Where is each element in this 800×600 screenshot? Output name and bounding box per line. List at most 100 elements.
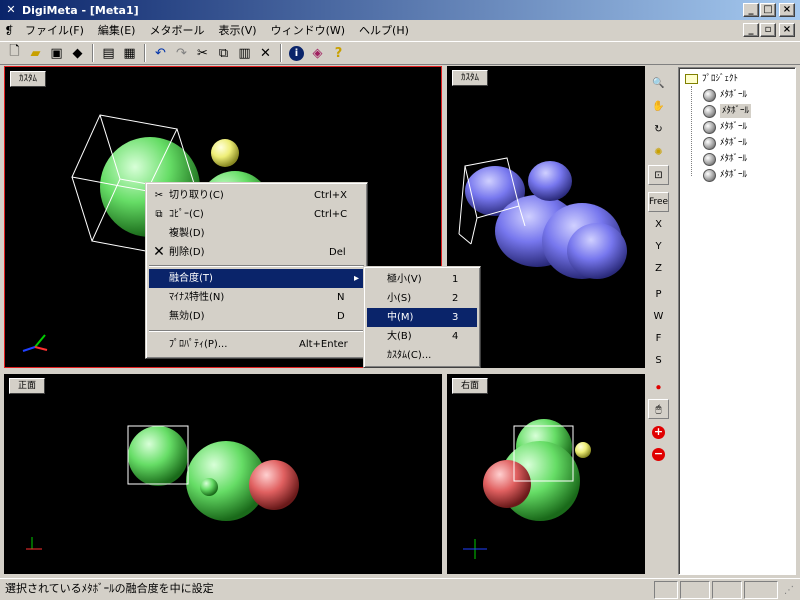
viewport-right[interactable]: 右面	[447, 374, 645, 574]
metaball-icon	[703, 168, 716, 182]
context-menu: ✂ 切り取り(C) Ctrl+X ⧉ ｺﾋﾟｰ(C) Ctrl+C 複製(D) …	[145, 182, 368, 359]
tree-item-metaball[interactable]: ﾒﾀﾎﾞｰﾙ	[703, 120, 747, 134]
doc-close-button[interactable]: ×	[779, 23, 795, 37]
scissors-icon: ✂	[154, 190, 164, 201]
new-file-icon[interactable]: 🗋	[4, 43, 25, 63]
resize-grip-icon[interactable]: ⋰	[784, 585, 794, 596]
menu-item-duplicate[interactable]: 複製(D)	[149, 224, 364, 243]
tree-item-label: ﾒﾀﾎﾞｰﾙ	[720, 122, 748, 132]
submenu-item-small[interactable]: 小(S) 2	[367, 289, 477, 308]
metaball-blob[interactable]	[465, 161, 627, 279]
metaball-icon	[703, 136, 716, 150]
menu-file[interactable]: ファイル(F)	[18, 22, 91, 38]
menu-window[interactable]: ウィンドウ(W)	[264, 22, 352, 38]
select-mouse-icon[interactable]: 🖱	[648, 399, 669, 419]
open-folder-icon[interactable]: ▰	[25, 43, 46, 63]
menu-item-properties[interactable]: ﾌﾟﾛﾊﾟﾃｨ(P)... Alt+Enter	[149, 335, 364, 354]
view-s-button[interactable]: S	[648, 350, 669, 370]
tree-item-metaball[interactable]: ﾒﾀﾎﾞｰﾙ	[703, 136, 747, 150]
add-icon[interactable]: +	[648, 422, 669, 442]
tree-root-label: ﾌﾟﾛｼﾞｪｸﾄ	[702, 74, 739, 84]
menu-item-blend[interactable]: 融合度(T) ▸	[149, 269, 364, 288]
fit-view-icon[interactable]: ⊡	[648, 165, 669, 185]
print-icon[interactable]: ▦	[119, 43, 140, 63]
metaball-icon	[703, 88, 716, 102]
submenu-item-minimum[interactable]: 極小(V) 1	[367, 270, 477, 289]
tree-item-metaball[interactable]: ﾒﾀﾎﾞｰﾙ	[703, 88, 747, 102]
paste-icon[interactable]: ▥	[234, 43, 255, 63]
help-icon[interactable]: ?	[328, 43, 349, 63]
submenu-arrow-icon: ▸	[354, 273, 360, 284]
remove-icon[interactable]: −	[648, 444, 669, 464]
menu-item-delete[interactable]: ✕ 削除(D) Del	[149, 243, 364, 262]
view-z-button[interactable]: Z	[648, 258, 669, 278]
redo-icon[interactable]: ↷	[171, 43, 192, 63]
view-x-button[interactable]: X	[648, 214, 669, 234]
view-free-button[interactable]: Free	[648, 192, 669, 212]
save-icon[interactable]: ▣	[46, 43, 67, 63]
menu-item-disable[interactable]: 無効(D) D	[149, 307, 364, 326]
light-icon[interactable]: ✺	[648, 142, 669, 162]
blend-submenu: 極小(V) 1 小(S) 2 中(M) 3 大(B) 4 ｶｽﾀﾑ(C)...	[363, 266, 481, 368]
metaball-icon	[703, 152, 716, 166]
document-icon[interactable]: ❡	[0, 24, 18, 37]
status-pane	[744, 581, 778, 599]
status-pane	[680, 581, 710, 599]
tree-item-label: ﾒﾀﾎﾞｰﾙ	[720, 170, 748, 180]
tree-item-label: ﾒﾀﾎﾞｰﾙ	[720, 154, 748, 164]
view-f-button[interactable]: F	[648, 328, 669, 348]
metaball-group[interactable]	[483, 419, 591, 521]
status-message: 選択されているﾒﾀﾎﾞｰﾙの融合度を中に設定	[5, 582, 214, 595]
menu-metaball[interactable]: メタボール	[142, 22, 211, 38]
metaball-icon	[703, 120, 716, 134]
doc-minimize-button[interactable]: _	[743, 23, 759, 37]
metaball-group[interactable]	[128, 426, 299, 521]
submenu-item-custom[interactable]: ｶｽﾀﾑ(C)...	[367, 346, 477, 365]
undo-icon[interactable]: ↶	[150, 43, 171, 63]
tree-item-label: ﾒﾀﾎﾞｰﾙ	[720, 104, 752, 118]
tree-item-metaball[interactable]: ﾒﾀﾎﾞｰﾙ	[703, 104, 752, 118]
axis-gizmo	[463, 539, 487, 559]
main-toolbar: 🗋 ▰ ▣ ◆ ▤ ▦ ↶ ↷ ✂ ⧉ ▥ ✕ i ◈ ?	[0, 41, 800, 65]
menu-item-negative[interactable]: ﾏｲﾅｽ特性(N) N	[149, 288, 364, 307]
tree-item-metaball[interactable]: ﾒﾀﾎﾞｰﾙ	[703, 168, 747, 182]
submenu-item-large[interactable]: 大(B) 4	[367, 327, 477, 346]
close-button[interactable]: ×	[779, 3, 795, 17]
axis-gizmo	[26, 537, 42, 550]
pan-hand-icon[interactable]: ✋	[648, 96, 669, 116]
tree-item-label: ﾒﾀﾎﾞｰﾙ	[720, 90, 748, 100]
menu-view[interactable]: 表示(V)	[211, 22, 263, 38]
status-bar: 選択されているﾒﾀﾎﾞｰﾙの融合度を中に設定 ⋰	[0, 578, 800, 600]
project-tree[interactable]: ﾌﾟﾛｼﾞｪｸﾄ ﾒﾀﾎﾞｰﾙ ﾒﾀﾎﾞｰﾙ ﾒﾀﾎﾞｰﾙ ﾒﾀﾎﾞｰﾙ ﾒﾀﾎ…	[678, 67, 796, 575]
minimize-button[interactable]: _	[743, 3, 759, 17]
axis-gizmo	[22, 334, 48, 352]
menu-item-cut[interactable]: ✂ 切り取り(C) Ctrl+X	[149, 186, 364, 205]
book-icon[interactable]: ◈	[307, 43, 328, 63]
view-w-button[interactable]: W	[648, 306, 669, 326]
view-y-button[interactable]: Y	[648, 236, 669, 256]
maximize-button[interactable]: □	[760, 3, 776, 17]
status-pane	[712, 581, 742, 599]
edit-mode-icon[interactable]: ⦁	[648, 377, 669, 397]
viewport-front[interactable]: 正面	[4, 374, 442, 574]
submenu-item-medium[interactable]: 中(M) 3	[367, 308, 477, 327]
metaball-icon	[703, 104, 716, 118]
rotate-icon[interactable]: ↻	[648, 119, 669, 139]
app-icon[interactable]: ✕	[3, 2, 19, 18]
tree-item-label: ﾒﾀﾎﾞｰﾙ	[720, 138, 748, 148]
menu-help[interactable]: ヘルプ(H)	[352, 22, 416, 38]
menu-edit[interactable]: 編集(E)	[91, 22, 143, 38]
menu-item-copy[interactable]: ⧉ ｺﾋﾟｰ(C) Ctrl+C	[149, 205, 364, 224]
view-p-button[interactable]: P	[648, 284, 669, 304]
print-preview-icon[interactable]: ▤	[98, 43, 119, 63]
delete-icon[interactable]: ✕	[255, 43, 276, 63]
copy-icon[interactable]: ⧉	[213, 43, 234, 63]
info-icon[interactable]: i	[286, 43, 307, 63]
cut-icon[interactable]: ✂	[192, 43, 213, 63]
tree-item-metaball[interactable]: ﾒﾀﾎﾞｰﾙ	[703, 152, 747, 166]
zoom-icon[interactable]: 🔍	[648, 73, 669, 93]
export-icon[interactable]: ◆	[67, 43, 88, 63]
tree-root[interactable]: ﾌﾟﾛｼﾞｪｸﾄ	[685, 72, 738, 86]
title-bar: ✕ DigiMeta - [Meta1] _ □ ×	[0, 0, 800, 20]
doc-restore-button[interactable]: ▫	[760, 23, 776, 37]
